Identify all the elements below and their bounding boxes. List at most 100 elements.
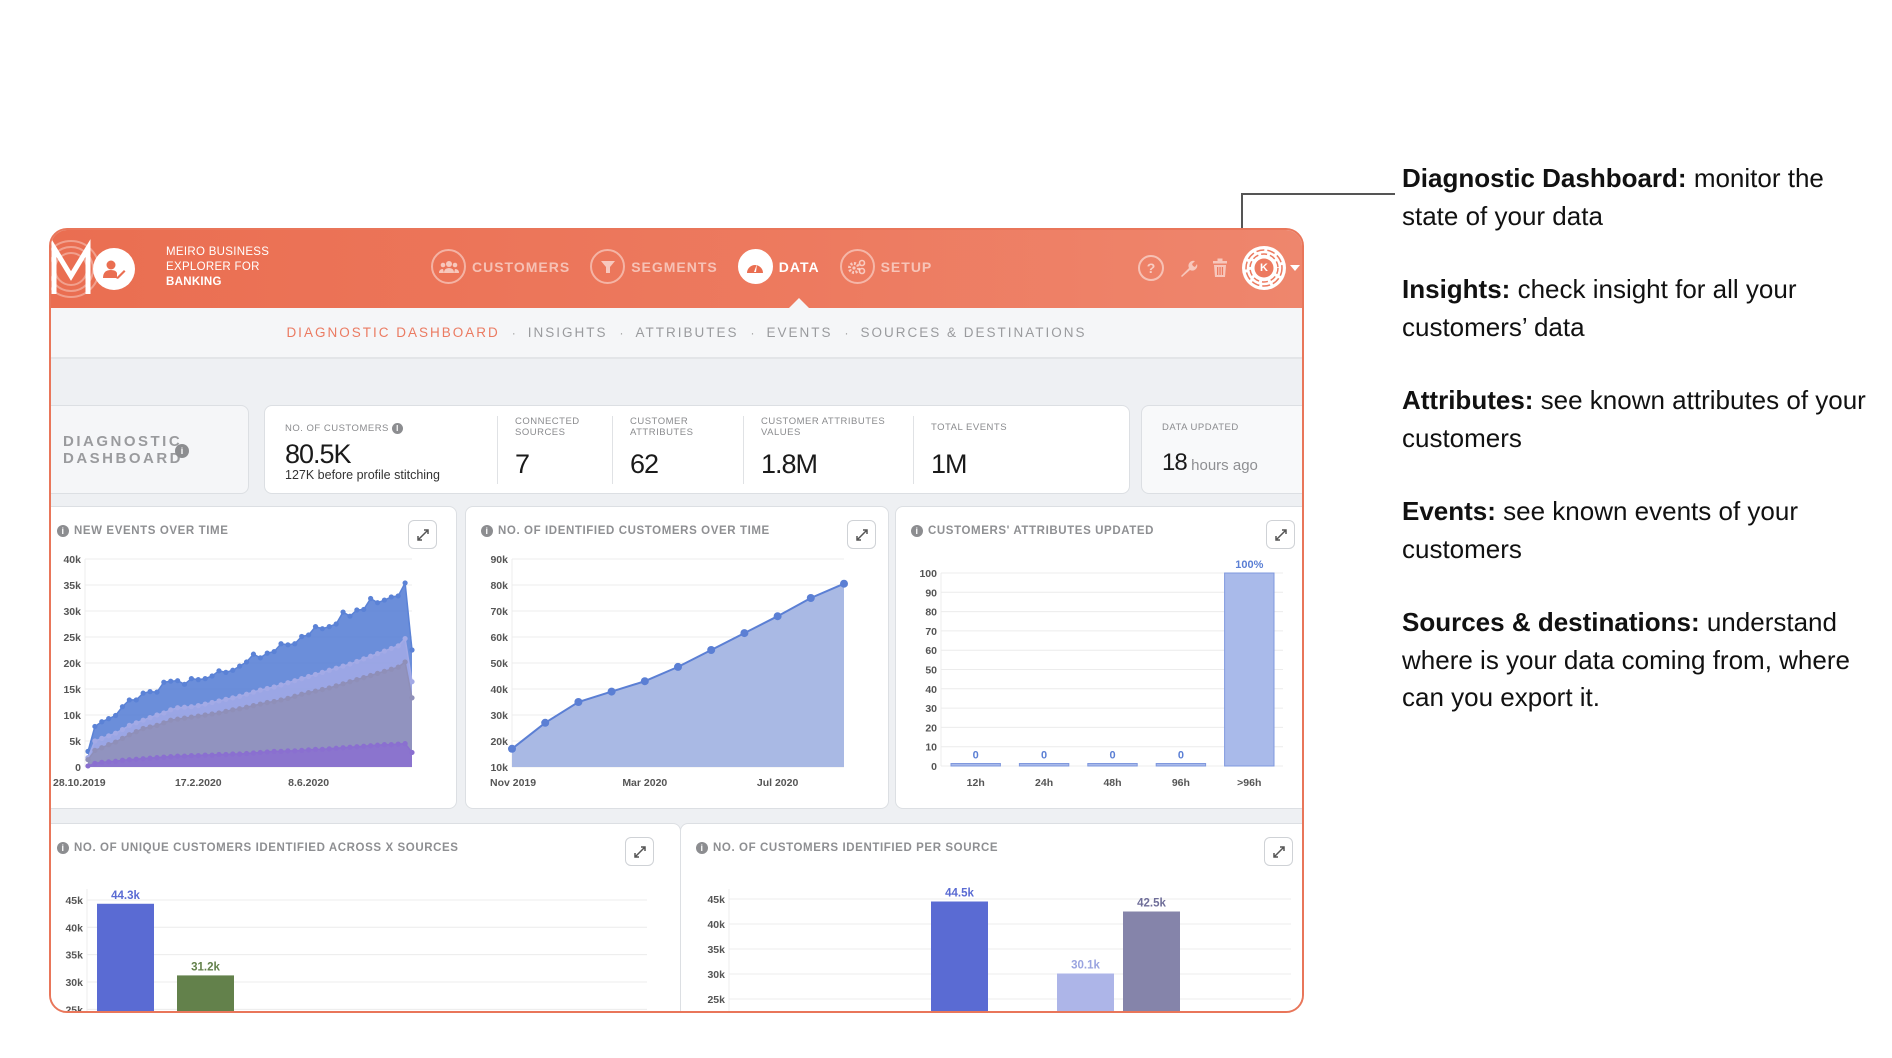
data-point bbox=[237, 751, 243, 757]
data-point bbox=[195, 713, 201, 719]
bar bbox=[97, 903, 154, 1011]
data-point bbox=[168, 717, 174, 723]
data-point bbox=[271, 648, 277, 655]
y-tick-label: 40k bbox=[65, 922, 83, 934]
data-point bbox=[374, 670, 381, 676]
data-point bbox=[243, 691, 250, 697]
data-point bbox=[368, 653, 374, 659]
unique-across-sources-chart: 20k25k30k35k40k45k 44.3k31.2k bbox=[65, 889, 647, 1011]
x-tick-label: 17.2.2020 bbox=[175, 777, 222, 789]
trash-icon[interactable] bbox=[1212, 258, 1228, 278]
subnav-sources-destinations[interactable]: SOURCES & DESTINATIONS bbox=[861, 325, 1087, 340]
active-nav-caret bbox=[789, 298, 809, 308]
data-point bbox=[292, 641, 298, 647]
data-point bbox=[340, 681, 346, 687]
info-icon[interactable]: i bbox=[175, 444, 189, 458]
y-tick-label: 60 bbox=[925, 645, 937, 657]
wrench-icon[interactable] bbox=[1178, 258, 1198, 278]
info-icon[interactable]: i bbox=[392, 423, 404, 434]
data-point bbox=[181, 715, 188, 721]
data-point bbox=[175, 678, 181, 684]
data-point bbox=[133, 697, 139, 703]
data-point bbox=[161, 720, 167, 726]
subnav-events[interactable]: EVENTS bbox=[767, 325, 833, 340]
data-point bbox=[126, 722, 132, 728]
data-point bbox=[119, 704, 126, 710]
data-point bbox=[106, 716, 112, 722]
data-point bbox=[133, 756, 139, 762]
nav-segments[interactable]: SEGMENTS bbox=[590, 249, 718, 284]
user-edit-icon bbox=[103, 260, 126, 279]
data-point bbox=[574, 698, 583, 706]
data-point bbox=[92, 747, 98, 753]
annotation-attributes: Attributes: see known attributes of your… bbox=[1402, 385, 1866, 453]
nav-customers[interactable]: CUSTOMERS bbox=[431, 249, 570, 284]
user-avatar[interactable]: K bbox=[1242, 246, 1286, 290]
data-point bbox=[707, 646, 716, 654]
nav-setup[interactable]: SETUP bbox=[839, 249, 933, 284]
bar bbox=[1087, 763, 1138, 767]
annotation-diagnostic-dashboard: Diagnostic Dashboard: monitor the state … bbox=[1402, 163, 1824, 231]
chevron-down-icon[interactable] bbox=[1290, 264, 1300, 272]
bar bbox=[1155, 763, 1207, 767]
data-point bbox=[99, 735, 105, 741]
bar-value-label: 44.5k bbox=[945, 888, 974, 900]
y-tick-label: 40k bbox=[707, 919, 725, 931]
subnav-insights[interactable]: INSIGHTS bbox=[528, 325, 608, 340]
data-point bbox=[508, 744, 516, 753]
data-point bbox=[230, 707, 236, 713]
data-point bbox=[188, 714, 195, 720]
y-tick-label: 35k bbox=[65, 950, 83, 962]
bar bbox=[1018, 763, 1070, 767]
data-point bbox=[126, 757, 132, 763]
y-tick-label: 40k bbox=[490, 684, 508, 696]
data-point bbox=[340, 663, 346, 669]
y-tick-label: 35k bbox=[63, 580, 81, 592]
data-point bbox=[312, 624, 319, 630]
data-point bbox=[230, 667, 236, 673]
data-point bbox=[175, 753, 181, 759]
data-point bbox=[216, 668, 222, 674]
data-point bbox=[402, 659, 408, 665]
data-point bbox=[381, 742, 388, 748]
subnav-diagnostic-dashboard[interactable]: DIAGNOSTIC DASHBOARD bbox=[286, 325, 499, 340]
data-point bbox=[257, 687, 263, 693]
data-point bbox=[237, 663, 243, 669]
y-tick-label: 40k bbox=[63, 554, 81, 566]
y-tick-label: 45k bbox=[65, 895, 83, 907]
data-point bbox=[292, 693, 298, 699]
data-point bbox=[237, 706, 243, 712]
nav-data[interactable]: DATA bbox=[737, 249, 820, 284]
data-point bbox=[99, 745, 105, 751]
attributes-updated-chart: 0 10 20 30 40 50 60 70 80 90 100 0 12h 0 24h 0 48h 0 96h 10… bbox=[919, 559, 1283, 789]
data-point bbox=[271, 698, 277, 705]
data-point bbox=[106, 742, 112, 748]
data-point bbox=[326, 667, 332, 673]
help-button[interactable]: ? bbox=[1138, 255, 1164, 281]
data-point bbox=[181, 704, 188, 710]
data-point bbox=[319, 669, 325, 675]
page-title: DIAGNOSTIC DASHBOARD bbox=[63, 433, 183, 467]
data-point bbox=[147, 755, 153, 761]
stat-attribute-values: CUSTOMER ATTRIBUTES VALUES 1.8M bbox=[761, 416, 886, 479]
annotation-events: Events: see known events of your custome… bbox=[1402, 496, 1798, 564]
data-point bbox=[299, 691, 305, 697]
data-point bbox=[154, 755, 160, 761]
data-point bbox=[133, 729, 139, 735]
y-tick-label: 35k bbox=[707, 944, 725, 956]
subnav-attributes[interactable]: ATTRIBUTES bbox=[635, 325, 738, 340]
data-point bbox=[202, 712, 208, 718]
data-point bbox=[92, 760, 98, 766]
data-point bbox=[106, 733, 112, 739]
data-point bbox=[395, 593, 401, 599]
data-point bbox=[223, 669, 229, 675]
y-tick-label: 10 bbox=[925, 742, 937, 754]
data-point bbox=[740, 629, 749, 638]
data-point bbox=[347, 661, 353, 667]
data-point bbox=[374, 651, 381, 657]
data-point bbox=[285, 748, 291, 754]
data-point bbox=[168, 678, 174, 684]
bar-value-label: 0 bbox=[1178, 750, 1184, 762]
data-point bbox=[257, 701, 263, 707]
y-tick-label: 90 bbox=[925, 587, 937, 599]
